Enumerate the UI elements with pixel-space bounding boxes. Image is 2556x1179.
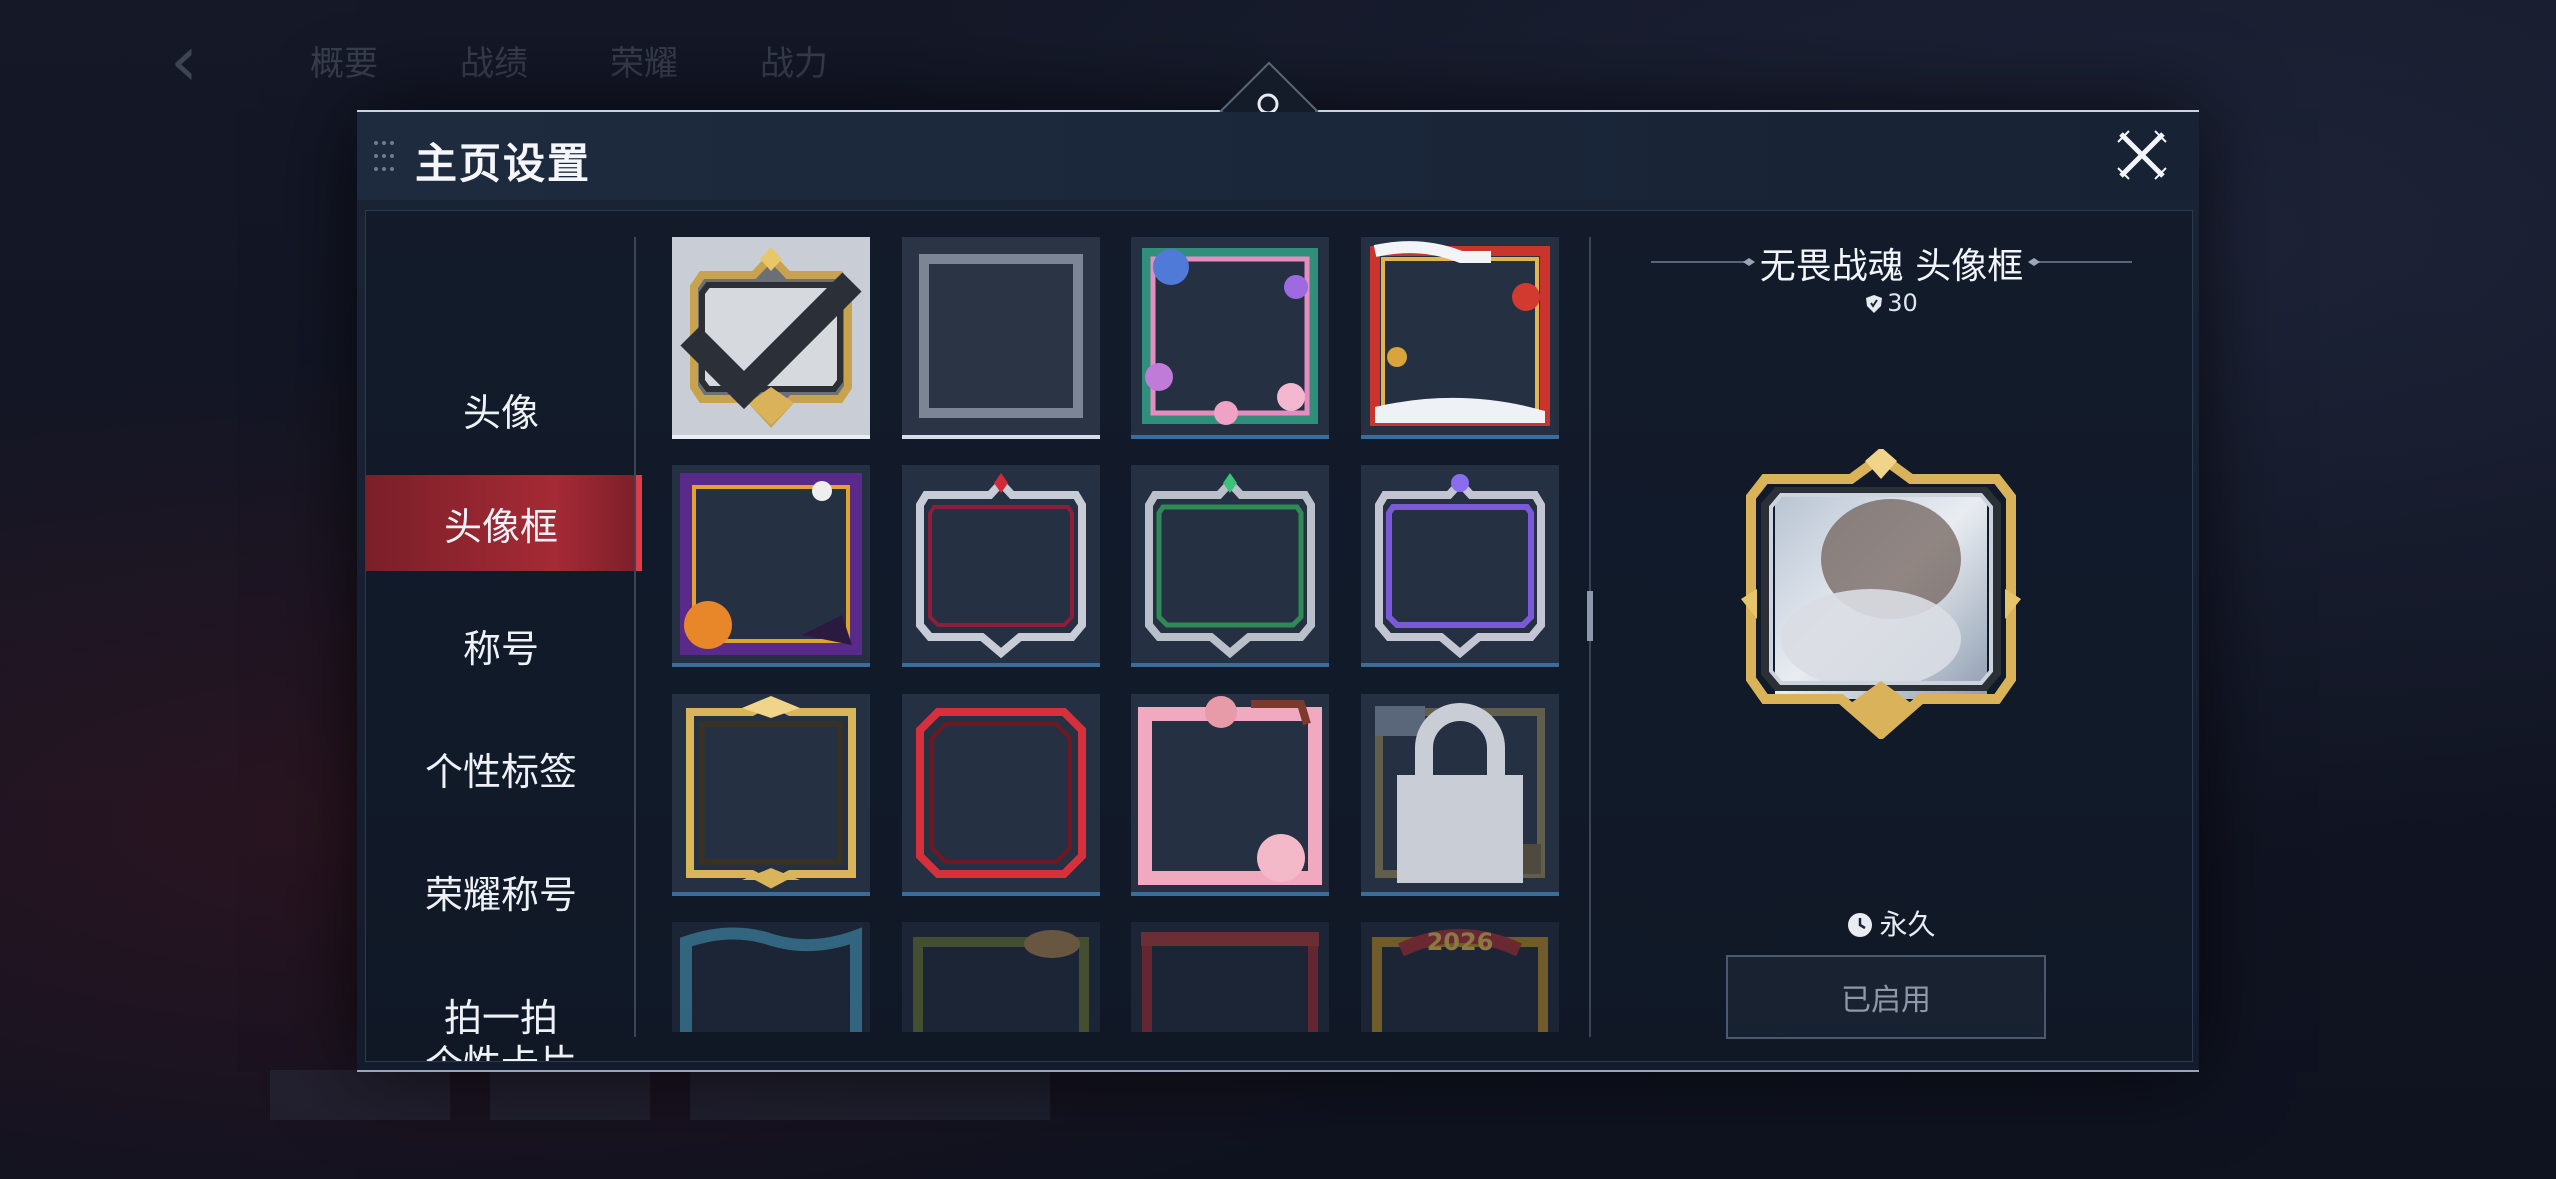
red-simple-frame-icon bbox=[916, 708, 1086, 878]
avatar-frame-grid: 2026 bbox=[672, 237, 1564, 1032]
background-tab: 战绩 bbox=[460, 44, 528, 84]
empty-frame-icon bbox=[919, 254, 1083, 418]
shield-icon bbox=[1866, 295, 1883, 313]
red-gem-silver-frame-icon bbox=[916, 473, 1086, 659]
avatar-frame-item[interactable] bbox=[1361, 694, 1559, 896]
avatar-frame-item[interactable] bbox=[1361, 465, 1559, 667]
avatar-frame-item[interactable] bbox=[902, 922, 1100, 1032]
avatar-frame-item[interactable] bbox=[672, 237, 870, 439]
sidebar-item-label: 个性标签 bbox=[424, 749, 577, 794]
back-icon: ‹ bbox=[170, 20, 198, 102]
sidebar-item-label: 头像 bbox=[462, 390, 539, 435]
check-icon bbox=[680, 272, 862, 410]
frame-year-label: 2026 bbox=[1427, 928, 1494, 956]
avatar-frame-item[interactable] bbox=[1131, 922, 1329, 1032]
green-gem-frame-icon bbox=[1145, 473, 1315, 659]
sidebar-item-label: 荣耀称号 bbox=[424, 872, 577, 917]
background-bottom-bar bbox=[270, 1060, 1170, 1140]
year-2026-frame-icon: 2026 bbox=[1372, 928, 1548, 1032]
leaf-hat-frame-icon bbox=[913, 930, 1089, 1032]
frame-duration: 永久 bbox=[1591, 903, 2192, 943]
frame-detail-panel: 无畏战魂 头像框 30 永久 已启用 bbox=[1591, 211, 2192, 1061]
lock-icon bbox=[1397, 703, 1523, 883]
butterfly-flower-frame-icon bbox=[1142, 248, 1318, 425]
title-ornament-right bbox=[2028, 258, 2132, 266]
sidebar-item-honor-title[interactable]: 荣耀称号 bbox=[366, 843, 636, 939]
close-icon[interactable] bbox=[2115, 128, 2169, 182]
purple-gem-frame-icon bbox=[1375, 474, 1545, 659]
background-tab: 荣耀 bbox=[610, 44, 678, 84]
sidebar-item-avatar[interactable]: 头像 bbox=[366, 361, 636, 457]
sidebar-item-personal-card[interactable]: 个性卡片 bbox=[366, 1033, 636, 1061]
avatar-frame-item[interactable] bbox=[672, 694, 870, 896]
status-button-label: 已启用 bbox=[1841, 983, 1931, 1018]
avatar-frame-item[interactable] bbox=[1131, 465, 1329, 667]
sidebar-divider bbox=[634, 237, 636, 1037]
background-tab: 战力 bbox=[760, 44, 828, 84]
red-gate-frame-icon bbox=[1141, 932, 1319, 1032]
avatar-frame-item[interactable] bbox=[902, 237, 1100, 439]
sidebar-item-avatar-frame[interactable]: 头像框 bbox=[366, 475, 642, 571]
sidebar-item-personal-tags[interactable]: 个性标签 bbox=[366, 720, 636, 816]
sidebar-item-label: 个性卡片 bbox=[425, 1033, 577, 1061]
avatar-frame-item[interactable] bbox=[672, 465, 870, 667]
background-tab: 概要 bbox=[310, 44, 378, 84]
dialog-content: 头像 头像框 称号 个性标签 荣耀称号 拍一拍 个性卡片 bbox=[365, 210, 2193, 1062]
drag-handle-icon bbox=[374, 141, 394, 171]
dialog-title: 主页设置 bbox=[415, 139, 592, 188]
avatar-frame-item[interactable]: 2026 bbox=[1361, 922, 1559, 1032]
avatar-frame-item[interactable] bbox=[902, 694, 1100, 896]
avatar-frame-preview bbox=[1741, 449, 2021, 739]
halloween-pumpkin-frame-icon bbox=[680, 473, 862, 655]
gold-wing-frame-icon bbox=[686, 696, 856, 889]
avatar-frame-item[interactable] bbox=[672, 922, 870, 1032]
sidebar-item-label: 头像框 bbox=[443, 504, 558, 549]
homepage-settings-dialog: 主页设置 头像 头像框 称号 个性标签 荣耀称号 拍一拍 个性卡片 bbox=[357, 61, 2199, 1072]
dialog-bottom-border bbox=[357, 1070, 2199, 1072]
equipped-status-button[interactable]: 已启用 bbox=[1726, 955, 2046, 1039]
frame-duration-value: 永久 bbox=[1879, 908, 1936, 941]
avatar-frame-item[interactable] bbox=[1131, 694, 1329, 896]
category-sidebar: 头像 头像框 称号 个性标签 荣耀称号 拍一拍 个性卡片 bbox=[366, 211, 642, 1061]
sidebar-item-title[interactable]: 称号 bbox=[366, 597, 636, 693]
avatar-frame-item[interactable] bbox=[1131, 237, 1329, 439]
frame-level-value: 30 bbox=[1887, 289, 1918, 317]
sidebar-item-label: 称号 bbox=[462, 626, 539, 671]
avatar-frame-item[interactable] bbox=[1361, 237, 1559, 439]
lantern-festival-frame-icon bbox=[1370, 241, 1550, 426]
frame-level: 30 bbox=[1591, 289, 2192, 317]
avatar-frame-item[interactable] bbox=[902, 465, 1100, 667]
dialog-header: 主页设置 bbox=[357, 112, 2199, 200]
blue-wave-frame-icon bbox=[680, 927, 862, 1032]
clock-icon bbox=[1848, 913, 1873, 937]
pink-rose-frame-icon bbox=[1138, 696, 1322, 885]
background-tabbar: ‹ 概要 战绩 荣耀 战力 bbox=[160, 20, 960, 102]
